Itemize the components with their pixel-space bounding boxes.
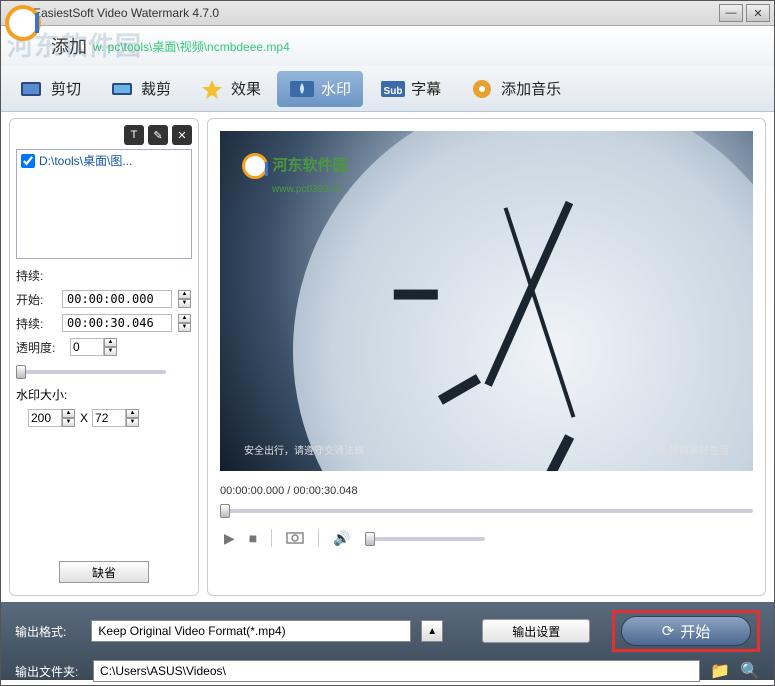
start-up-button[interactable]: ▲ xyxy=(178,290,191,299)
sidebar-panel: T ✎ ✕ D:\tools\桌面\图... 持续: 开始: ▲▼ 持续: ▲▼ xyxy=(9,118,199,596)
height-up-button[interactable]: ▲ xyxy=(126,409,139,418)
window-title: EasiestSoft Video Watermark 4.7.0 xyxy=(33,6,219,20)
tab-bar: 剪切 裁剪 效果 水印 Sub 字幕 添加音乐 xyxy=(1,66,774,112)
height-down-button[interactable]: ▼ xyxy=(126,418,139,427)
star-icon xyxy=(199,78,225,100)
height-input[interactable] xyxy=(92,409,126,427)
control-divider xyxy=(271,529,272,547)
tab-crop-label: 裁剪 xyxy=(141,78,171,99)
start-down-button[interactable]: ▼ xyxy=(178,299,191,308)
volume-icon[interactable]: 🔊 xyxy=(333,530,350,547)
list-item[interactable]: D:\tools\桌面\图... xyxy=(17,150,191,171)
watermark-brand-text: 河东软件园 xyxy=(272,157,347,174)
tab-music-label: 添加音乐 xyxy=(501,78,561,99)
start-label: 开始: xyxy=(16,291,56,308)
duration-label: 持续: xyxy=(16,267,56,284)
tab-subtitle-label: 字幕 xyxy=(411,78,441,99)
snapshot-button[interactable] xyxy=(286,530,304,547)
opacity-input[interactable] xyxy=(70,338,104,356)
scrubber-slider[interactable] xyxy=(220,501,753,519)
remove-watermark-button[interactable]: ✕ xyxy=(172,125,192,145)
dur-up-button[interactable]: ▲ xyxy=(178,314,191,323)
watermark-list[interactable]: D:\tools\桌面\图... xyxy=(16,149,192,259)
tab-watermark-label: 水印 xyxy=(321,78,351,99)
watermark-url-text: www.pc0359.cn xyxy=(272,184,342,195)
tab-watermark[interactable]: 水印 xyxy=(277,71,363,107)
svg-text:Sub: Sub xyxy=(384,86,403,97)
tab-effect-label: 效果 xyxy=(231,78,261,99)
tab-subtitle[interactable]: Sub 字幕 xyxy=(367,71,453,107)
caption-right: 广告 提倡美好生活 xyxy=(646,442,729,457)
refresh-icon: ⟳ xyxy=(662,622,675,640)
bottom-bar: 输出格式: Keep Original Video Format(*.mp4) … xyxy=(1,602,774,680)
crop-icon xyxy=(109,78,135,100)
opacity-label: 透明度: xyxy=(16,339,64,356)
control-divider-2 xyxy=(318,529,319,547)
tab-music[interactable]: 添加音乐 xyxy=(457,71,573,107)
add-watermark-button[interactable]: T xyxy=(124,125,144,145)
caption-left: 安全出行，请遵守交通法规 xyxy=(244,442,364,457)
size-label: 水印大小: xyxy=(16,386,67,403)
opacity-down-button[interactable]: ▼ xyxy=(104,347,117,356)
scissors-icon xyxy=(19,78,45,100)
browse-folder-icon[interactable]: 📁 xyxy=(710,661,730,681)
stop-button[interactable]: ■ xyxy=(249,530,257,546)
output-format-label: 输出格式: xyxy=(15,623,81,640)
opacity-slider[interactable] xyxy=(16,362,166,380)
opacity-up-button[interactable]: ▲ xyxy=(104,338,117,347)
video-preview[interactable]: 河东软件园 www.pc0359.cn 安全出行，请遵守交通法规 广告 提倡美好… xyxy=(220,131,753,471)
timecode-display: 00:00:00.000 / 00:00:30.048 xyxy=(208,483,765,499)
width-up-button[interactable]: ▲ xyxy=(62,409,75,418)
duration2-label: 持续: xyxy=(16,315,56,332)
tab-cut[interactable]: 剪切 xyxy=(7,71,93,107)
start-time-input[interactable] xyxy=(62,290,172,308)
watermark-logo-icon xyxy=(242,153,268,179)
subtitle-icon: Sub xyxy=(379,78,405,100)
droplet-icon xyxy=(289,78,315,100)
edit-watermark-button[interactable]: ✎ xyxy=(148,125,168,145)
duration-time-input[interactable] xyxy=(62,314,172,332)
music-disc-icon xyxy=(469,78,495,100)
output-folder-label: 输出文件夹: xyxy=(15,663,83,680)
play-button[interactable]: ▶ xyxy=(224,530,235,547)
minimize-button[interactable]: — xyxy=(719,4,743,22)
output-format-dropdown-button[interactable]: ▲ xyxy=(421,620,443,642)
tab-crop[interactable]: 裁剪 xyxy=(97,71,183,107)
header-bar: 河东软件园 添加 w. pc\tools\桌面\视频\ncmbdeee.mp4 xyxy=(1,26,774,66)
preview-panel: 河东软件园 www.pc0359.cn 安全出行，请遵守交通法规 广告 提倡美好… xyxy=(207,118,766,596)
output-folder-input[interactable]: C:\Users\ASUS\Videos\ xyxy=(93,660,700,682)
titlebar: EasiestSoft Video Watermark 4.7.0 — ✕ xyxy=(1,1,774,26)
tab-cut-label: 剪切 xyxy=(51,78,81,99)
close-button[interactable]: ✕ xyxy=(746,4,770,22)
width-down-button[interactable]: ▼ xyxy=(62,418,75,427)
start-button[interactable]: ⟳ 开始 xyxy=(621,616,751,646)
app-logo-icon xyxy=(3,3,43,43)
open-folder-icon[interactable]: 🔍 xyxy=(740,661,760,681)
watermark-overlay[interactable]: 河东软件园 www.pc0359.cn xyxy=(242,153,352,189)
size-x-label: X xyxy=(80,411,88,425)
dur-down-button[interactable]: ▼ xyxy=(178,323,191,332)
output-settings-button[interactable]: 输出设置 xyxy=(482,619,590,643)
volume-slider[interactable] xyxy=(365,529,485,547)
width-input[interactable] xyxy=(28,409,62,427)
start-button-label: 开始 xyxy=(680,621,710,642)
tab-effect[interactable]: 效果 xyxy=(187,71,273,107)
defaults-button[interactable]: 缺省 xyxy=(59,561,149,583)
list-item-checkbox[interactable] xyxy=(21,154,35,168)
output-format-combo[interactable]: Keep Original Video Format(*.mp4) xyxy=(91,620,411,642)
list-item-path: D:\tools\桌面\图... xyxy=(39,152,132,169)
start-button-highlight: ⟳ 开始 xyxy=(612,610,760,652)
